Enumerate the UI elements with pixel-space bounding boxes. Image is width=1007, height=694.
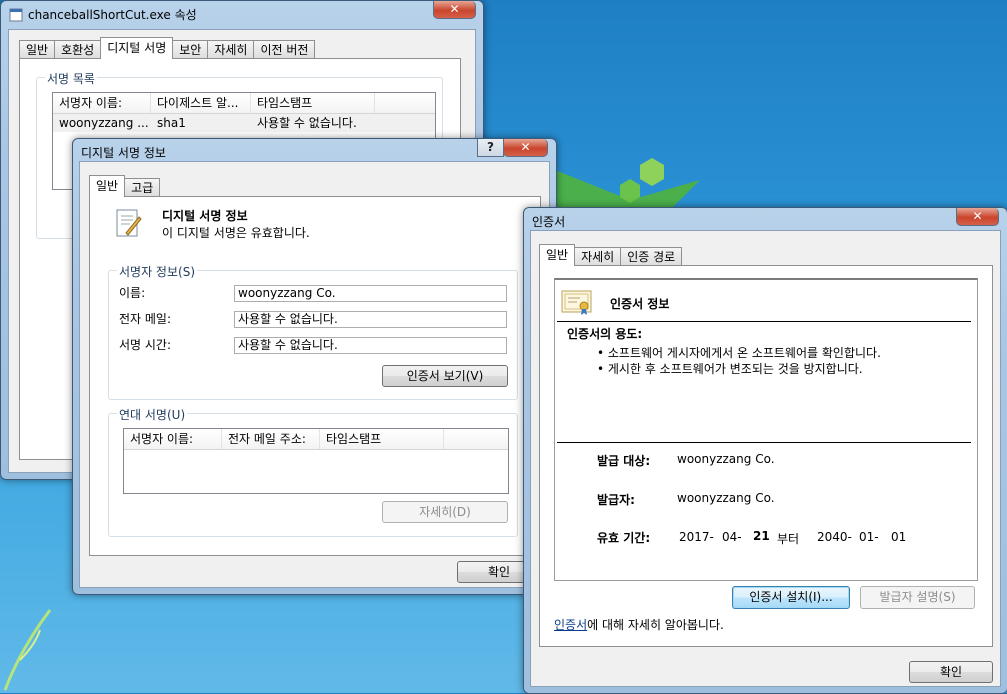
close-button[interactable]: ✕ [503,139,548,157]
digest-cell: sha1 [157,116,186,130]
sig-info-heading: 디지털 서명 정보 [162,209,248,223]
signer-info-group: 서명자 정보(S) 이름: woonyzzang Co. 전자 메일: 사용할 … [108,263,518,400]
certificate-tab-page: 인증서 정보 인증서의 용도: • 소프트웨어 게시자에게서 온 소프트웨어를 … [539,265,993,647]
certificate-info-panel: 인증서 정보 인증서의 용도: • 소프트웨어 게시자에게서 온 소프트웨어를 … [554,278,978,581]
tab-compatibility[interactable]: 호환성 [54,40,102,59]
close-button[interactable]: ✕ [433,1,476,19]
issued-to-label: 발급 대상: [597,454,651,468]
properties-tabs: 일반 호환성 디지털 서명 보안 자세히 이전 버전 [19,37,316,59]
properties-title: chanceballShortCut.exe 속성 [28,8,197,22]
column-email-address[interactable]: 전자 메일 주소: [222,429,320,449]
learn-more-suffix: 에 대해 자세히 알아봅니다. [587,618,724,632]
tab-advanced[interactable]: 고급 [124,178,161,197]
details-divider [557,442,971,443]
tab-general[interactable]: 일반 [539,244,576,266]
valid-to-month: 01- [859,530,879,544]
purpose-item: • 소프트웨어 게시자에게서 온 소프트웨어를 확인합니다. [597,346,881,360]
tab-certification-path[interactable]: 인증 경로 [620,247,683,266]
tab-general[interactable]: 일반 [89,175,126,197]
certificate-document-icon [116,209,142,237]
issuer-statement-button[interactable]: 발급자 설명(S) [860,586,975,609]
sig-info-client: 일반 고급 디지털 서명 정보 이 디지털 서명은 유효합니다. 서명자 정보(… [79,161,550,588]
validity-label: 유효 기간: [597,531,651,545]
certificate-icon [561,290,592,315]
issued-by-value: woonyzzang Co. [677,491,775,505]
help-button[interactable]: ? [477,139,504,157]
column-digest[interactable]: 다이제스트 알... [151,93,251,113]
valid-to-year: 2040- [817,530,852,544]
valid-to-day: 01 [891,530,907,544]
certificate-tabs: 일반 자세히 인증 경로 [539,244,683,266]
sig-info-tab-page: 디지털 서명 정보 이 디지털 서명은 유효합니다. 서명자 정보(S) 이름:… [89,196,541,556]
issued-to-value: woonyzzang Co. [677,452,775,466]
learn-more-text: 인증서에 대해 자세히 알아봅니다. [554,616,724,633]
countersignatures-list[interactable]: 서명자 이름: 전자 메일 주소: 타임스탬프 [123,428,509,494]
timestamp-cell: 사용할 수 없습니다. [257,116,357,130]
countersignatures-group: 연대 서명(U) 서명자 이름: 전자 메일 주소: 타임스탬프 자세히(D) [108,406,518,537]
details-button[interactable]: 자세히(D) [382,501,508,523]
certificate-title: 인증서 [532,215,566,229]
desktop: { "properties_window": { "title": "chanc… [0,0,1007,694]
tab-details[interactable]: 자세히 [574,247,622,266]
properties-titlebar[interactable]: chanceballShortCut.exe 속성 [1,1,483,27]
issued-by-label: 발급자: [597,493,635,507]
sig-status-text: 이 디지털 서명은 유효합니다. [162,226,310,240]
name-field[interactable]: woonyzzang Co. [234,285,507,302]
exe-file-icon [9,8,23,22]
tab-general[interactable]: 일반 [19,40,56,59]
view-certificate-button[interactable]: 인증서 보기(V) [382,365,508,387]
column-signer-name[interactable]: 서명자 이름: [53,93,151,113]
signature-list-label: 서명 목록 [45,70,97,87]
countersignatures-label: 연대 서명(U) [117,406,188,423]
valid-from-year: 2017- [679,530,714,544]
certificate-client: 일반 자세히 인증 경로 인증서 정보 인증서의 용도: • 소프트웨어 게시자… [530,230,1001,687]
purpose-item: • 게시한 후 소프트웨어가 변조되는 것을 방지합니다. [597,362,863,376]
heading-divider [557,321,971,322]
close-button[interactable]: ✕ [956,208,999,226]
signer-cell: woonyzzang ... [59,116,149,130]
signing-time-field[interactable]: 사용할 수 없습니다. [234,337,507,354]
sig-info-window: 디지털 서명 정보 ? ✕ 일반 고급 디지털 서명 정보 이 디지털 서명은 … [72,138,557,595]
sig-info-title: 디지털 서명 정보 [81,146,166,160]
email-field[interactable]: 사용할 수 없습니다. [234,311,507,328]
column-signer-name[interactable]: 서명자 이름: [124,429,222,449]
column-timestamp[interactable]: 타임스탬프 [251,93,375,113]
valid-from-day: 21 [753,529,770,543]
desktop-leaf-decoration [3,609,52,691]
ok-button[interactable]: 확인 [909,661,993,683]
name-label: 이름: [119,286,146,300]
tab-security[interactable]: 보안 [172,40,209,59]
purpose-title: 인증서의 용도: [567,327,643,341]
signer-info-label: 서명자 정보(S) [117,263,197,280]
certificate-link[interactable]: 인증서 [554,618,587,632]
countersignatures-header: 서명자 이름: 전자 메일 주소: 타임스탬프 [124,429,508,450]
valid-separator: 부터 [777,532,800,546]
column-timestamp[interactable]: 타임스탬프 [320,429,444,449]
certificate-window: 인증서 ✕ 일반 자세히 인증 경로 인증서 정보 인증서의 용도: • 소프트… [523,207,1007,694]
signature-list-header: 서명자 이름: 다이제스트 알... 타임스탬프 [53,93,435,114]
tab-details[interactable]: 자세히 [207,40,255,59]
tab-previous-versions[interactable]: 이전 버전 [253,40,316,59]
signing-time-label: 서명 시간: [119,338,172,352]
sig-info-tabs: 일반 고급 [89,175,161,197]
certificate-heading: 인증서 정보 [610,297,670,311]
table-row[interactable]: woonyzzang ... sha1 사용할 수 없습니다. [53,114,435,132]
tab-digital-signatures[interactable]: 디지털 서명 [100,37,174,59]
email-label: 전자 메일: [119,312,172,326]
install-certificate-button[interactable]: 인증서 설치(I)... [732,586,850,609]
valid-from-month: 04- [722,530,742,544]
